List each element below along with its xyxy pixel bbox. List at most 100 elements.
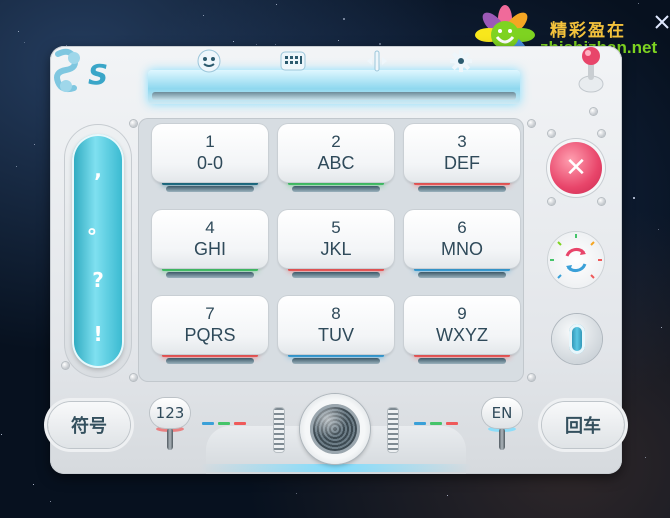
key-number: 9 bbox=[457, 304, 467, 323]
refresh-icon bbox=[550, 234, 602, 279]
english-mode-label: EN bbox=[482, 398, 522, 428]
key-base bbox=[166, 358, 254, 364]
gear-icon[interactable] bbox=[448, 48, 474, 74]
screw bbox=[130, 120, 137, 127]
keypad-key-4[interactable]: 4 GHI bbox=[152, 210, 268, 282]
star bbox=[16, 166, 17, 167]
candidate-display-bar bbox=[148, 70, 520, 104]
star bbox=[338, 40, 339, 41]
text-cursor-icon[interactable] bbox=[364, 48, 390, 74]
keypad-key-1[interactable]: 1 0-0 bbox=[152, 124, 268, 196]
delete-button[interactable]: ✕ bbox=[550, 142, 602, 194]
key-number: 7 bbox=[205, 304, 215, 323]
key-face: 1 0-0 bbox=[152, 124, 268, 182]
refresh-button[interactable] bbox=[548, 232, 604, 288]
key-base bbox=[166, 186, 254, 192]
key-face: 9 WXYZ bbox=[404, 296, 520, 354]
delete-x-icon: ✕ bbox=[565, 153, 587, 183]
key-base bbox=[166, 272, 254, 278]
punct-comma-key[interactable]: , bbox=[72, 158, 124, 182]
key-base bbox=[292, 186, 380, 192]
key-number: 1 bbox=[205, 132, 215, 151]
symbol-button-label: 符号 bbox=[71, 416, 107, 437]
screw bbox=[548, 198, 555, 205]
key-number: 2 bbox=[331, 132, 341, 151]
key-glow-strip bbox=[288, 268, 384, 271]
key-glow-strip bbox=[162, 268, 258, 271]
smiley-icon[interactable] bbox=[196, 48, 222, 74]
star bbox=[379, 43, 381, 45]
punct-exclaim-key[interactable]: ! bbox=[72, 322, 124, 346]
key-letters: 0-0 bbox=[196, 153, 223, 173]
key-number: 8 bbox=[331, 304, 341, 323]
symbol-button[interactable]: 符号 bbox=[48, 402, 130, 448]
key-base bbox=[418, 358, 506, 364]
enter-button[interactable]: 回车 bbox=[542, 402, 624, 448]
key-glow-strip bbox=[162, 354, 258, 357]
key-letters: JKL bbox=[320, 239, 352, 259]
star bbox=[18, 31, 19, 32]
keyboard-panel: S , 。 ? ! 1 0-0 2 ABC 3 DEF 4 GHI 5 JKL 6 MNO 7 PQ bbox=[48, 46, 624, 474]
numeric-mode-label: 123 bbox=[150, 398, 190, 428]
punctuation-pill: , 。 ? ! bbox=[72, 134, 124, 368]
keypad-key-8[interactable]: 8 TUV bbox=[278, 296, 394, 368]
screw bbox=[528, 120, 535, 127]
star bbox=[233, 41, 234, 42]
english-mode-toggle[interactable]: EN bbox=[482, 398, 522, 458]
screw bbox=[130, 374, 137, 381]
key-face: 7 PQRS bbox=[152, 296, 268, 354]
keyboard-icon[interactable] bbox=[280, 48, 306, 74]
key-base bbox=[418, 272, 506, 278]
punctuation-panel: , 。 ? ! bbox=[64, 124, 132, 378]
speaker-grille-right bbox=[388, 408, 398, 452]
punct-question-key[interactable]: ? bbox=[72, 268, 124, 292]
screw bbox=[548, 130, 555, 137]
keypad-key-7[interactable]: 7 PQRS bbox=[152, 296, 268, 368]
bottom-glow-bar bbox=[200, 464, 472, 472]
indicator-dashes-left bbox=[202, 410, 250, 425]
star bbox=[661, 327, 662, 328]
star bbox=[658, 229, 659, 230]
keyboard-switch-button[interactable] bbox=[552, 314, 602, 364]
star bbox=[24, 42, 25, 43]
star bbox=[645, 457, 646, 458]
key-base bbox=[418, 186, 506, 192]
keypad-key-5[interactable]: 5 JKL bbox=[278, 210, 394, 282]
key-letters: MNO bbox=[441, 239, 483, 259]
keypad-key-9[interactable]: 9 WXYZ bbox=[404, 296, 520, 368]
keypad-key-2[interactable]: 2 ABC bbox=[278, 124, 394, 196]
star bbox=[50, 501, 51, 502]
key-letters: TUV bbox=[318, 325, 354, 345]
numeric-mode-toggle[interactable]: 123 bbox=[150, 398, 190, 458]
key-glow-strip bbox=[288, 354, 384, 357]
key-base bbox=[292, 272, 380, 278]
voice-input-button[interactable] bbox=[300, 394, 370, 464]
key-letters: PQRS bbox=[184, 325, 236, 345]
key-number: 4 bbox=[205, 218, 215, 237]
star bbox=[34, 144, 35, 145]
screw bbox=[598, 198, 605, 205]
enter-button-label: 回车 bbox=[565, 416, 601, 437]
key-letters: ABC bbox=[317, 153, 355, 173]
key-number: 5 bbox=[331, 218, 341, 237]
indicator-dashes-right bbox=[414, 410, 462, 425]
keypad-key-6[interactable]: 6 MNO bbox=[404, 210, 520, 282]
screw bbox=[590, 108, 597, 115]
svg-text:S: S bbox=[88, 58, 108, 91]
key-face: 4 GHI bbox=[152, 210, 268, 268]
star bbox=[1, 434, 2, 435]
screw bbox=[62, 362, 69, 369]
speaker-grille-left bbox=[274, 408, 284, 452]
number-keypad: 1 0-0 2 ABC 3 DEF 4 GHI 5 JKL 6 MNO 7 PQRS 8 TUV 9 WXYZ bbox=[138, 118, 524, 382]
pin-handle-icon[interactable] bbox=[578, 46, 604, 94]
key-number: 3 bbox=[457, 132, 467, 151]
keypad-key-3[interactable]: 3 DEF bbox=[404, 124, 520, 196]
screw bbox=[598, 130, 605, 137]
star bbox=[447, 495, 448, 496]
key-number: 6 bbox=[457, 218, 467, 237]
key-letters: GHI bbox=[193, 239, 226, 259]
punct-period-key[interactable]: 。 bbox=[72, 210, 124, 239]
star bbox=[296, 493, 297, 494]
close-window-icon[interactable] bbox=[654, 14, 670, 30]
microphone-icon bbox=[310, 404, 360, 454]
